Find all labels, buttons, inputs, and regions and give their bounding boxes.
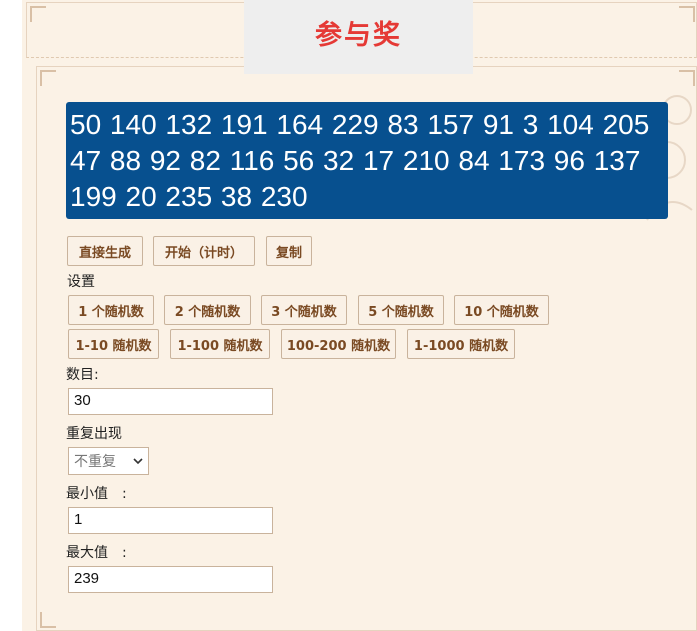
preset-1-random-button[interactable]: 1 个随机数 (68, 295, 154, 325)
min-label: 最小值 : (66, 486, 127, 502)
count-input[interactable]: 30 (68, 388, 273, 415)
preset-range-1-10-button[interactable]: 1-10 随机数 (68, 329, 159, 359)
max-input[interactable]: 239 (68, 566, 273, 593)
copy-button[interactable]: 复制 (266, 236, 312, 266)
min-input[interactable]: 1 (68, 507, 273, 534)
frame-corner (40, 70, 56, 86)
frame-corner (40, 612, 56, 628)
random-numbers-display: 50 140 132 191 164 229 83 157 91 3 104 2… (66, 102, 668, 219)
count-label: 数目: (66, 367, 99, 383)
repeat-label: 重复出现 (66, 426, 122, 442)
header-tab: 参与奖 (244, 0, 473, 74)
page-title: 参与奖 (315, 19, 402, 51)
frame-corner (679, 6, 695, 22)
preset-10-random-button[interactable]: 10 个随机数 (454, 295, 549, 325)
max-label: 最大值 : (66, 545, 127, 561)
repeat-select-value: 不重复 (74, 454, 116, 470)
preset-2-random-button[interactable]: 2 个随机数 (164, 295, 251, 325)
generate-button[interactable]: 直接生成 (67, 236, 143, 266)
preset-range-1-100-button[interactable]: 1-100 随机数 (170, 329, 270, 359)
preset-range-100-200-button[interactable]: 100-200 随机数 (281, 329, 396, 359)
start-timed-button[interactable]: 开始（计时） (153, 236, 255, 266)
preset-3-random-button[interactable]: 3 个随机数 (261, 295, 347, 325)
repeat-select[interactable]: 不重复 (68, 447, 149, 475)
chevron-down-icon (133, 458, 143, 465)
settings-label: 设置 (67, 274, 95, 290)
preset-5-random-button[interactable]: 5 个随机数 (358, 295, 444, 325)
frame-corner (30, 6, 46, 22)
preset-range-1-1000-button[interactable]: 1-1000 随机数 (407, 329, 515, 359)
